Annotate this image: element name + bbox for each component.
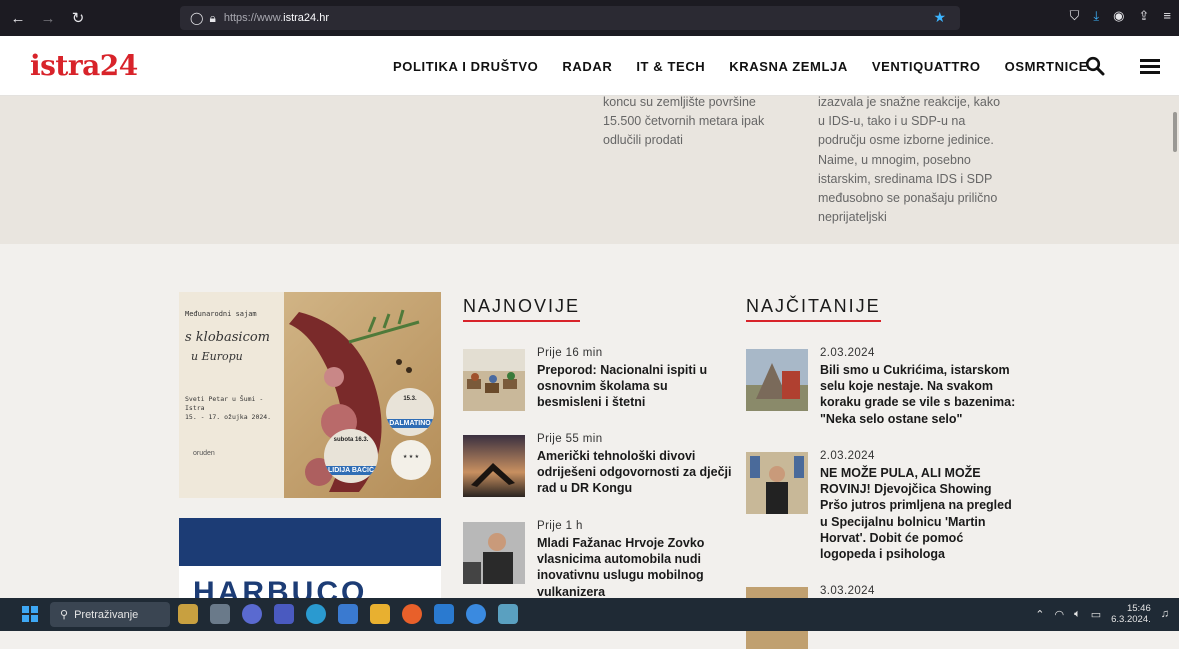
nav-politika[interactable]: POLITIKA I DRUŠTVO — [393, 59, 538, 74]
nav-osmrtnice[interactable]: OSMRTNICE — [1005, 59, 1088, 74]
edge-icon[interactable] — [306, 604, 326, 624]
article-item[interactable]: 2.03.2024 Bili smo u Cukrićima, istarsko… — [746, 347, 1016, 427]
extensions-icon[interactable]: ⇪ — [1139, 8, 1150, 24]
wifi-icon[interactable]: ◠ — [1055, 608, 1065, 621]
widgets-icon[interactable] — [178, 604, 198, 624]
site-header: istra24 POLITIKA I DRUŠTVO RADAR IT & TE… — [0, 36, 1179, 96]
forward-icon[interactable]: → — [36, 6, 60, 30]
chat-icon[interactable] — [274, 604, 294, 624]
mail-icon[interactable] — [434, 604, 454, 624]
ad-line: Međunarodni sajam — [185, 310, 257, 318]
hamburger-menu-icon[interactable] — [1140, 59, 1160, 74]
article-thumbnail — [463, 435, 525, 497]
article-thumbnail — [463, 522, 525, 584]
file-explorer-icon[interactable] — [370, 604, 390, 624]
article-item[interactable]: Prije 1 h Mladi Fažanac Hrvoje Zovko vla… — [463, 520, 733, 600]
ad-banner-text: HARBUCO — [193, 576, 368, 598]
najcitanije-heading[interactable]: NAJČITANIJE — [746, 296, 881, 322]
app-icon[interactable] — [498, 604, 518, 624]
app-icon[interactable] — [466, 604, 486, 624]
ad-line: Sveti Petar u Šumi - Istra 15. - 17. ožuj… — [185, 395, 272, 421]
main-nav: POLITIKA I DRUŠTVO RADAR IT & TECH KRASN… — [393, 59, 1112, 74]
pocket-icon[interactable]: ⛉ — [1070, 8, 1080, 24]
url-bar[interactable]: ◯ 🔒︎ https://www.istra24.hr ★ — [180, 6, 960, 30]
bookmark-star-icon[interactable]: ★ — [933, 9, 946, 26]
article-time: 3.03.2024 — [820, 585, 875, 597]
ad-logos: oruden — [193, 450, 215, 457]
firefox-icon[interactable] — [402, 604, 422, 624]
article-title[interactable]: Bili smo u Cukrićima, istarskom selu koj… — [820, 362, 1016, 427]
search-icon[interactable] — [1085, 56, 1105, 76]
performer-badge: 15.3. DALMATINO — [386, 388, 434, 436]
store-icon[interactable] — [338, 604, 358, 624]
najnovije-heading[interactable]: NAJNOVIJE — [463, 296, 581, 322]
taskbar-search[interactable]: ⚲ Pretraživanje — [50, 602, 170, 627]
ad-line: u Europu — [191, 350, 243, 363]
shield-icon[interactable]: ◯ — [190, 11, 203, 25]
article-title[interactable]: Američki tehnološki divovi odriješeni od… — [537, 448, 733, 497]
chevron-up-icon[interactable]: ⌃ — [1035, 608, 1044, 621]
article-time: Prije 1 h — [537, 520, 583, 532]
article-time: Prije 16 min — [537, 347, 603, 359]
back-icon[interactable]: ← — [6, 6, 30, 30]
article-title[interactable]: Preporod: Nacionalni ispiti u osnovnim š… — [537, 362, 733, 411]
article-item[interactable]: 2.03.2024 NE MOŽE PULA, ALI MOŽE ROVINJ!… — [746, 450, 1016, 562]
sausage-fair-ad[interactable]: Međunarodni sajam s klobasicom u Europu … — [179, 292, 441, 498]
browser-actions: ⛉ ⤓ ◉ ⇪ ≡ — [1070, 8, 1171, 24]
notifications-icon[interactable]: ♫ — [1161, 608, 1169, 620]
eu-logo-icon: ★ ★ ★ — [391, 440, 431, 480]
nav-it-tech[interactable]: IT & TECH — [636, 59, 705, 74]
nav-radar[interactable]: RADAR — [562, 59, 612, 74]
article-title[interactable]: NE MOŽE PULA, ALI MOŽE ROVINJ! Djevojčic… — [820, 465, 1016, 562]
performer-badge: subota 16.3. LIDIJA BAČIĆ — [324, 429, 378, 483]
teaser-text[interactable]: izazvala je snažne reakcije, kako u IDS-… — [818, 93, 1008, 227]
app-menu-icon[interactable]: ≡ — [1163, 8, 1171, 24]
url-text: https://www.istra24.hr — [223, 12, 329, 24]
article-thumbnail — [463, 349, 525, 411]
teaser-text[interactable]: koncu su zemljište površine 15.500 četvo… — [603, 93, 783, 151]
battery-icon[interactable]: ▭ — [1091, 608, 1101, 621]
banner-ad[interactable]: HARBUCO — [179, 518, 441, 598]
task-view-icon[interactable] — [210, 604, 230, 624]
nav-ventiquattro[interactable]: VENTIQUATTRO — [872, 59, 981, 74]
taskbar-search-placeholder: Pretraživanje — [74, 608, 139, 621]
search-icon: ⚲ — [60, 609, 69, 621]
site-logo[interactable]: istra24 — [30, 49, 138, 82]
windows-taskbar: ⚲ Pretraživanje ⌃ ◠ 🔈︎ ▭ 15:46 6.3.2024.… — [0, 598, 1179, 631]
article-item[interactable]: Prije 55 min Američki tehnološki divovi … — [463, 433, 733, 497]
scrollbar-thumb[interactable] — [1173, 112, 1177, 152]
volume-icon[interactable]: 🔈︎ — [1074, 608, 1081, 621]
download-icon[interactable]: ⤓ — [1093, 8, 1099, 24]
article-thumbnail — [746, 452, 808, 514]
account-icon[interactable]: ◉ — [1113, 8, 1124, 24]
article-time: Prije 55 min — [537, 433, 603, 445]
article-item[interactable]: Prije 16 min Preporod: Nacionalni ispiti… — [463, 347, 733, 411]
article-thumbnail — [746, 349, 808, 411]
ad-line: s klobasicom — [185, 330, 271, 345]
article-time: 2.03.2024 — [820, 347, 875, 359]
browser-toolbar: ← → ↻ ◯ 🔒︎ https://www.istra24.hr ★ ⛉ ⤓ … — [0, 0, 1179, 36]
lock-icon[interactable]: 🔒︎ — [209, 11, 215, 26]
taskbar-clock[interactable]: 15:46 6.3.2024. — [1111, 603, 1151, 625]
reload-icon[interactable]: ↻ — [66, 6, 90, 30]
nav-krasna-zemlja[interactable]: KRASNA ZEMLJA — [729, 59, 848, 74]
article-title[interactable]: Mladi Fažanac Hrvoje Zovko vlasnicima au… — [537, 535, 733, 600]
system-tray: ⌃ ◠ 🔈︎ ▭ 15:46 6.3.2024. ♫ — [1035, 603, 1169, 625]
windows-start-icon[interactable] — [22, 606, 38, 622]
teams-icon[interactable] — [242, 604, 262, 624]
article-time: 2.03.2024 — [820, 450, 875, 462]
ad-banner-bar — [179, 518, 441, 566]
taskbar-apps — [178, 604, 518, 624]
